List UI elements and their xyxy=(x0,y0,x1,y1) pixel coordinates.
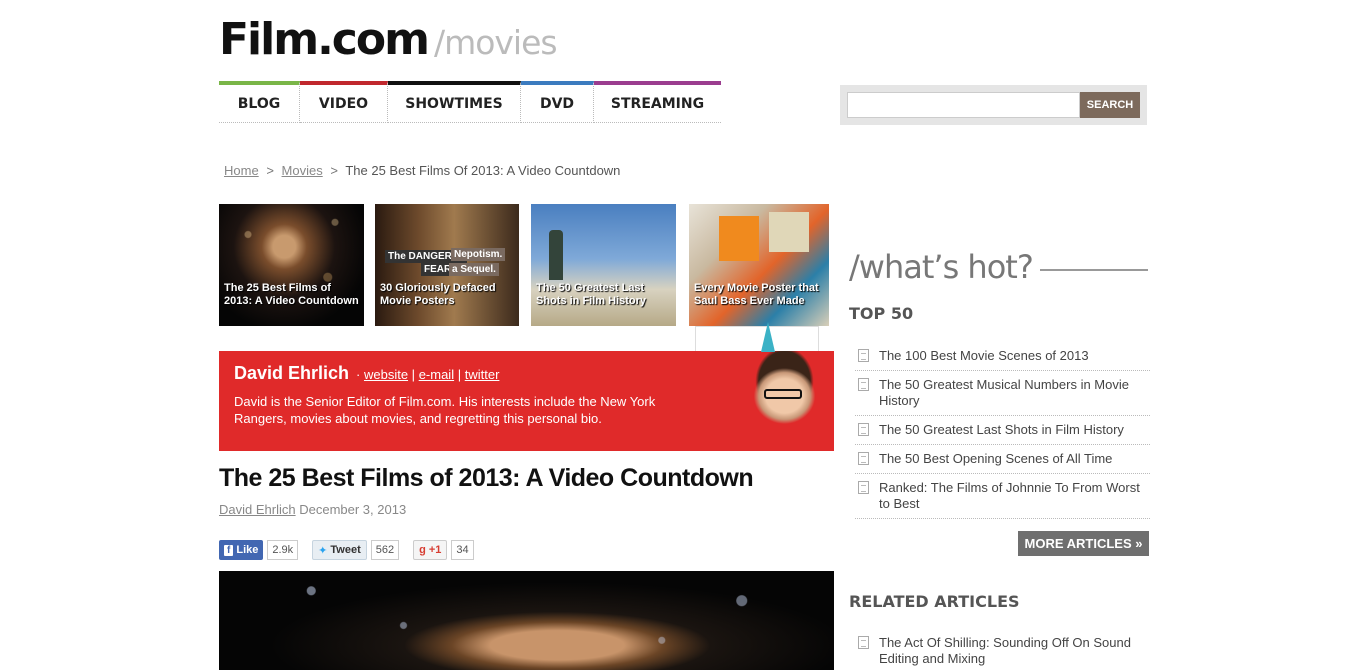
logo-main-text: Film.com xyxy=(219,14,430,65)
list-item[interactable]: The 100 Best Movie Scenes of 2013 xyxy=(855,342,1150,371)
author-avatar xyxy=(724,351,834,451)
list-item[interactable]: Ranked: The Films of Johnnie To From Wor… xyxy=(855,474,1150,519)
poster-text: Nepotism. xyxy=(451,248,506,261)
byline-author-link[interactable]: David Ehrlich xyxy=(219,502,296,517)
thumbnail-caption: Every Movie Poster that Saul Bass Ever M… xyxy=(694,282,819,307)
related-articles-heading: RELATED ARTICLES xyxy=(849,592,1020,611)
list-item[interactable]: The 50 Greatest Musical Numbers in Movie… xyxy=(855,371,1150,416)
social-share-bar: f Like 2.9k ✦ Tweet 562 g +1 34 xyxy=(219,540,474,560)
nav-streaming[interactable]: STREAMING xyxy=(594,81,721,123)
google-plus-widget: g +1 34 xyxy=(413,540,474,560)
nav-showtimes[interactable]: SHOWTIMES xyxy=(388,81,521,123)
google-plus-count: 34 xyxy=(451,540,474,560)
article-byline: David Ehrlich December 3, 2013 xyxy=(219,502,406,517)
facebook-like-button[interactable]: f Like xyxy=(219,540,264,560)
article-hero-image[interactable] xyxy=(219,571,834,670)
thumbnail-caption: 30 Gloriously Defaced Movie Posters xyxy=(380,282,496,307)
title-divider xyxy=(1040,269,1148,271)
author-box: David Ehrlich · website | e-mail | twitt… xyxy=(219,351,834,451)
breadcrumb-separator: > xyxy=(266,163,274,178)
breadcrumb-home-link[interactable]: Home xyxy=(224,163,259,178)
document-icon xyxy=(858,349,869,362)
logo-section-text: /movies xyxy=(433,23,558,62)
nav-dvd[interactable]: DVD xyxy=(521,81,594,123)
author-email-link[interactable]: e-mail xyxy=(419,367,454,382)
list-item[interactable]: The Act Of Shilling: Sounding Off On Sou… xyxy=(855,629,1150,670)
main-nav: BLOG VIDEO SHOWTIMES DVD STREAMING xyxy=(219,81,721,123)
article-date: December 3, 2013 xyxy=(299,502,407,517)
document-icon xyxy=(858,481,869,494)
facebook-like-widget: f Like 2.9k xyxy=(219,540,299,560)
document-icon xyxy=(858,452,869,465)
author-twitter-link[interactable]: twitter xyxy=(465,367,500,382)
document-icon xyxy=(858,636,869,649)
author-dot: · xyxy=(356,367,361,382)
thumbnail-pointer xyxy=(695,326,819,351)
breadcrumb-current: The 25 Best Films Of 2013: A Video Count… xyxy=(345,163,621,178)
document-icon xyxy=(858,378,869,391)
like-count: 2.9k xyxy=(267,540,299,560)
list-item[interactable]: The 50 Greatest Last Shots in Film Histo… xyxy=(855,416,1150,445)
twitter-widget: ✦ Tweet 562 xyxy=(312,540,400,560)
thumbnail-caption: The 25 Best Films of 2013: A Video Count… xyxy=(224,282,359,307)
google-plus-icon: g xyxy=(419,544,426,556)
search-button[interactable]: SEARCH xyxy=(1080,92,1140,118)
thumbnail-saul-bass-posters[interactable]: Every Movie Poster that Saul Bass Ever M… xyxy=(689,204,829,326)
poster-text: a Sequel. xyxy=(449,263,499,276)
link-separator: | xyxy=(457,367,462,382)
statue-of-liberty-image xyxy=(549,230,563,280)
thumbnail-defaced-posters[interactable]: The DANGER IS Nepotism. FEAR a Sequel. 3… xyxy=(375,204,519,326)
search-input[interactable] xyxy=(847,92,1080,118)
tweet-count: 562 xyxy=(370,540,400,560)
top50-heading: TOP 50 xyxy=(849,304,914,323)
thumbnail-best-films-2013[interactable]: The 25 Best Films of 2013: A Video Count… xyxy=(219,204,364,326)
site-logo[interactable]: Film.com/movies xyxy=(219,14,558,65)
author-bio: David is the Senior Editor of Film.com. … xyxy=(234,394,656,426)
author-website-link[interactable]: website xyxy=(364,367,408,382)
nav-blog[interactable]: BLOG xyxy=(219,81,300,123)
tweet-button[interactable]: ✦ Tweet xyxy=(312,540,367,560)
whats-hot-title: /what’s hot? xyxy=(849,248,1034,286)
author-links: · website | e-mail | twitter xyxy=(356,367,499,382)
breadcrumb: Home > Movies > The 25 Best Films Of 201… xyxy=(224,163,620,178)
related-articles-list: The Act Of Shilling: Sounding Off On Sou… xyxy=(855,629,1150,670)
party-hat-icon xyxy=(761,322,775,352)
search-box: SEARCH xyxy=(840,85,1147,125)
facebook-icon: f xyxy=(224,544,234,556)
breadcrumb-separator: > xyxy=(330,163,338,178)
list-item[interactable]: The 50 Best Opening Scenes of All Time xyxy=(855,445,1150,474)
nav-video[interactable]: VIDEO xyxy=(300,81,388,123)
thumbnail-last-shots[interactable]: The 50 Greatest Last Shots in Film Histo… xyxy=(531,204,676,326)
document-icon xyxy=(858,423,869,436)
author-name: David Ehrlich xyxy=(234,363,350,383)
link-separator: | xyxy=(411,367,416,382)
google-plus-button[interactable]: g +1 xyxy=(413,540,448,560)
twitter-bird-icon: ✦ xyxy=(318,544,328,557)
breadcrumb-movies-link[interactable]: Movies xyxy=(282,163,323,178)
more-articles-button[interactable]: MORE ARTICLES » xyxy=(1018,531,1149,556)
thumbnail-caption: The 50 Greatest Last Shots in Film Histo… xyxy=(536,282,647,307)
article-title: The 25 Best Films of 2013: A Video Count… xyxy=(219,464,754,492)
top50-list: The 100 Best Movie Scenes of 2013 The 50… xyxy=(855,342,1150,519)
